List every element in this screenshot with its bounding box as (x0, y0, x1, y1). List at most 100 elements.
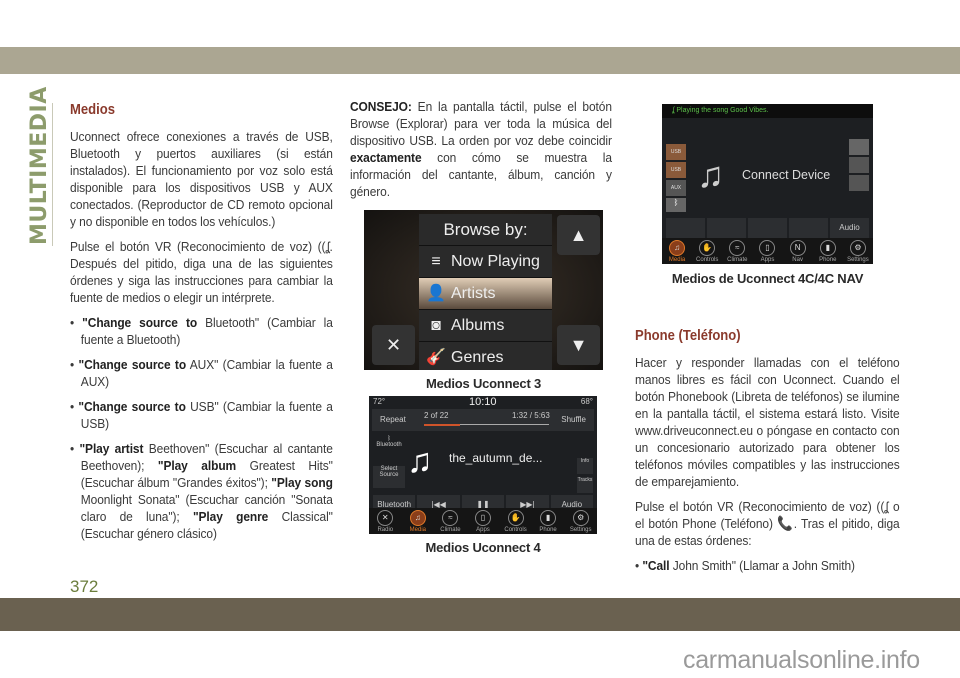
uconnect4-screenshot: 72° 10:10 68° Repeat 2 of 22 1:32 / 5:63… (369, 396, 597, 534)
label: Apps (760, 256, 775, 263)
nav-nav: N Nav (784, 239, 812, 263)
browse-item-albums: ◙ Albums (419, 310, 552, 342)
left-column: Medios Uconnect ofrece conexiones a trav… (70, 102, 333, 550)
nav-settings: ⚙ Settings (844, 239, 872, 263)
text: Pulse el botón VR (Reconocimiento de voz… (635, 499, 872, 514)
label: Controls (504, 526, 527, 533)
clock: 10:10 (469, 396, 497, 408)
music-icon: ♫ (669, 239, 686, 256)
browse-item-now-playing: ≡ Now Playing (419, 246, 552, 278)
album-icon: ◙ (431, 317, 441, 334)
song-title: the_autumn_de... (449, 451, 543, 465)
temp-left: 72° (373, 397, 386, 406)
command: "Call (642, 558, 670, 573)
bluetooth-icon: ᛒ (666, 198, 686, 212)
nav-media: ♫ Media (663, 239, 691, 263)
person-icon: 👤 (426, 285, 446, 302)
label: Controls (696, 256, 719, 263)
list-item: • "Play artist Beethoven" (Escuchar al c… (70, 441, 333, 541)
list-item: • "Change source to AUX" (Cambiar la fue… (70, 357, 333, 389)
temp-right: 68° (580, 397, 593, 406)
track-count: 2 of 22 (424, 411, 449, 420)
label: Albums (451, 317, 505, 334)
nav-apps: ▯ Apps (469, 509, 497, 533)
tracks-button: Tracks (577, 477, 593, 493)
header-band (0, 47, 960, 74)
control-bar: Audio (665, 218, 870, 238)
phone-icon: 📞 (777, 515, 794, 531)
voice-recognition-icon: ((ʆ (876, 499, 889, 514)
browse-item-genres: 🎸 Genres (419, 342, 552, 370)
label: Media (668, 256, 686, 263)
label: Settings (569, 526, 592, 533)
section-tab-label: MULTIMEDIA (27, 86, 52, 245)
controls-icon: ✋ (699, 239, 716, 256)
usb-button: USB (666, 162, 686, 178)
scroll-up-icon: ▲ (557, 215, 600, 255)
label: Apps (476, 526, 490, 533)
nav-bar: ✕ Radio ♫ Media ≈ Climate ▯ Apps ✋ Controls ▮… (369, 508, 597, 534)
gear-icon: ⚙ (572, 509, 589, 526)
watermark: carmanualsonline.info (683, 646, 920, 674)
climate-icon: ≈ (729, 239, 746, 256)
command: "Play genre (192, 509, 269, 524)
uconnect3-screenshot: Browse by: ≡ Now Playing 👤 Artists ◙ Albums… (364, 210, 603, 370)
nav-controls: ✋ Controls (693, 239, 721, 263)
label: Now Playing (451, 253, 540, 270)
scroll-down-icon: ▼ (557, 325, 600, 365)
command: "Change source to (82, 315, 198, 330)
connect-device-text: Connect Device (742, 168, 831, 182)
side-button (849, 139, 869, 155)
controls-icon: ✋ (507, 509, 524, 526)
progress-row: Repeat 2 of 22 1:32 / 5:63 Shuffle (372, 409, 594, 431)
label: Radio (377, 526, 394, 533)
guitar-icon: 🎸 (426, 349, 446, 366)
status-text: Playing the song Good Vibes. (676, 107, 769, 114)
climate-icon: ≈ (442, 509, 459, 526)
label: Artists (451, 285, 496, 302)
repeat-label: Repeat (380, 415, 406, 424)
paragraph: Pulse el botón VR (Reconocimiento de voz… (635, 498, 900, 549)
heading-phone: Phone (Teléfono) (635, 328, 741, 344)
elapsed-time: 1:32 / 5:63 (512, 411, 550, 420)
tip: CONSEJO: En la pantalla táctil, pulse el… (350, 98, 612, 200)
progress-fill (424, 424, 461, 426)
close-icon: ✕ (372, 325, 415, 365)
voice-recognition-icon: ((ʆ (317, 239, 330, 254)
phone-icon: ▮ (540, 509, 557, 526)
text: John Smith" (Llamar a John Smith) (669, 558, 855, 573)
command: "Play song (271, 475, 333, 490)
nav-apps: ▯ Apps (753, 239, 781, 263)
music-note-icon: ♫ (697, 154, 724, 195)
browse-item-artists: 👤 Artists (419, 278, 552, 310)
side-button (849, 157, 869, 173)
label: Bluetooth (376, 442, 402, 448)
nav-media: ♫ Media (404, 509, 432, 533)
heading-medios: Medios (70, 102, 115, 118)
nav-climate: ≈ Climate (436, 509, 464, 533)
list-item: • "Change source to USB" (Cambiar la fue… (70, 399, 333, 431)
music-icon: ♫ (409, 509, 426, 526)
uconnect4c-screenshot: ʆ Playing the song Good Vibes. USB USB A… (662, 104, 873, 264)
nav-climate: ≈ Climate (723, 239, 751, 263)
nav-radio: ✕ Radio (371, 509, 399, 533)
audio-button: Audio (830, 218, 869, 238)
nav-phone: ▮ Phone (534, 509, 562, 533)
select-source: Select Source (373, 466, 405, 488)
label: Phone (819, 256, 837, 263)
command: "Change source to (78, 399, 186, 414)
usb-button: USB (666, 144, 686, 160)
paragraph: Hacer y responder llamadas con el teléfo… (635, 355, 900, 489)
nav-controls: ✋ Controls (502, 509, 530, 533)
label: Nav (792, 256, 803, 263)
command: "Change source to (78, 357, 187, 372)
compass-icon: N (789, 239, 806, 256)
right-column: Phone (Teléfono) Hacer y responder llama… (635, 328, 900, 582)
label: Climate (440, 526, 461, 533)
nav-bar: ♫ Media ✋ Controls ≈ Climate ▯ Apps N Nav ▮ Ph… (662, 238, 873, 264)
page-number: 372 (70, 577, 99, 596)
apps-icon: ▯ (759, 239, 776, 256)
side-button (849, 175, 869, 191)
list-icon: ≡ (431, 253, 441, 270)
section-tab: MULTIMEDIA (26, 86, 53, 246)
